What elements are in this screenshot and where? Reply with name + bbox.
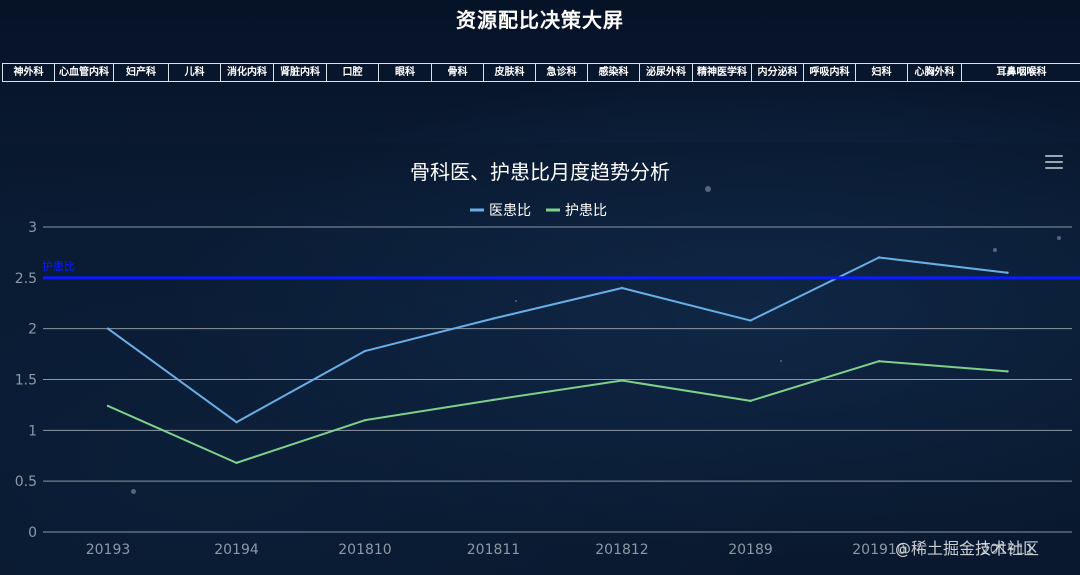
data-point <box>235 421 238 424</box>
legend-label: 护患比 <box>565 203 607 219</box>
watermark: @稀土掘金技术社区 <box>895 539 1040 558</box>
x-tick-label: 201810 <box>338 542 391 558</box>
data-point <box>363 349 367 353</box>
y-tick-label: 2 <box>28 322 37 338</box>
y-tick-label: 1 <box>28 423 37 439</box>
data-point <box>877 256 881 259</box>
data-point <box>235 461 238 465</box>
line-chart: 骨科医、护患比月度趋势分析医患比 护患比00.511.522.5320193 201… <box>15 160 1080 558</box>
data-point <box>106 327 110 330</box>
y-tick-label: 1.5 <box>15 373 37 389</box>
y-tick-label: 2.5 <box>15 271 37 287</box>
data-point <box>1006 271 1009 274</box>
chart-title: 骨科医、护患比月度趋势分析 <box>410 160 670 184</box>
data-point <box>620 379 624 382</box>
x-tick-label: 20189 <box>728 542 773 558</box>
data-point <box>106 404 110 408</box>
data-point <box>492 317 495 320</box>
x-tick-label: 201811 <box>467 542 520 558</box>
data-point <box>620 286 624 290</box>
y-tick-label: 0.5 <box>15 474 37 490</box>
series-line-2 <box>107 360 1008 464</box>
data-point <box>877 360 881 363</box>
legend-label: 医患比 <box>489 203 531 219</box>
markline-label: 护患比 <box>42 259 75 273</box>
y-tick-label: 3 <box>28 220 37 236</box>
data-point <box>749 319 752 322</box>
data-point <box>363 418 367 422</box>
dashboard-page: 资源配比决策大屏 神外科 心血管内科 妇产科 儿科 消化内科 肾脏内科 口腔 眼科 骨科 皮肤科急… <box>0 0 1080 575</box>
data-point <box>1006 370 1009 373</box>
data-point <box>749 399 752 403</box>
y-tick-label: 0 <box>28 525 37 541</box>
x-tick-label: 201812 <box>595 542 648 558</box>
x-tick-label: 20194 <box>214 542 259 558</box>
x-tick-label: 20193 <box>86 542 131 558</box>
data-point <box>492 398 495 402</box>
series-line-1 <box>107 256 1008 424</box>
